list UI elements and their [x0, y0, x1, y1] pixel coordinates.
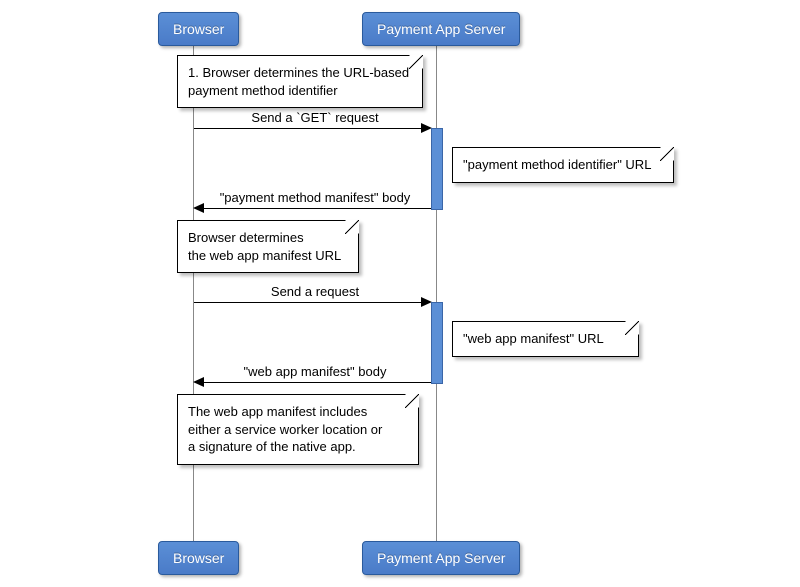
note-text: 1. Browser determines the URL-based paym…: [188, 65, 409, 98]
participant-label: Browser: [173, 550, 224, 566]
arrow-wam-body: [200, 382, 431, 383]
arrow-head-pmm-body: [193, 203, 204, 213]
arrow-head-wam-body: [193, 377, 204, 387]
arrow-get: [194, 128, 426, 129]
participant-label: Payment App Server: [377, 21, 505, 37]
arrow-send-request: [194, 302, 426, 303]
lifeline-browser: [193, 46, 194, 541]
participant-label: Payment App Server: [377, 550, 505, 566]
message-label-wam-body: "web app manifest" body: [195, 364, 435, 379]
note-text: The web app manifest includes either a s…: [188, 404, 382, 454]
participant-browser-bottom: Browser: [158, 541, 239, 575]
participant-server-top: Payment App Server: [362, 12, 520, 46]
lifeline-server: [436, 46, 437, 541]
message-label-pmm-body: "payment method manifest" body: [195, 190, 435, 205]
note-final: The web app manifest includes either a s…: [177, 394, 419, 465]
note-pmi-url: "payment method identifier" URL: [452, 147, 674, 183]
note-manifest-url: Browser determines the web app manifest …: [177, 220, 359, 273]
participant-server-bottom: Payment App Server: [362, 541, 520, 575]
message-label-get: Send a `GET` request: [195, 110, 435, 125]
note-wam-url: "web app manifest" URL: [452, 321, 639, 357]
participant-label: Browser: [173, 21, 224, 37]
note-text: "web app manifest" URL: [463, 331, 604, 346]
note-text: Browser determines the web app manifest …: [188, 230, 341, 263]
message-label-send-request: Send a request: [195, 284, 435, 299]
participant-browser-top: Browser: [158, 12, 239, 46]
arrow-pmm-body: [200, 208, 431, 209]
note-step1: 1. Browser determines the URL-based paym…: [177, 55, 423, 108]
note-text: "payment method identifier" URL: [463, 157, 651, 172]
